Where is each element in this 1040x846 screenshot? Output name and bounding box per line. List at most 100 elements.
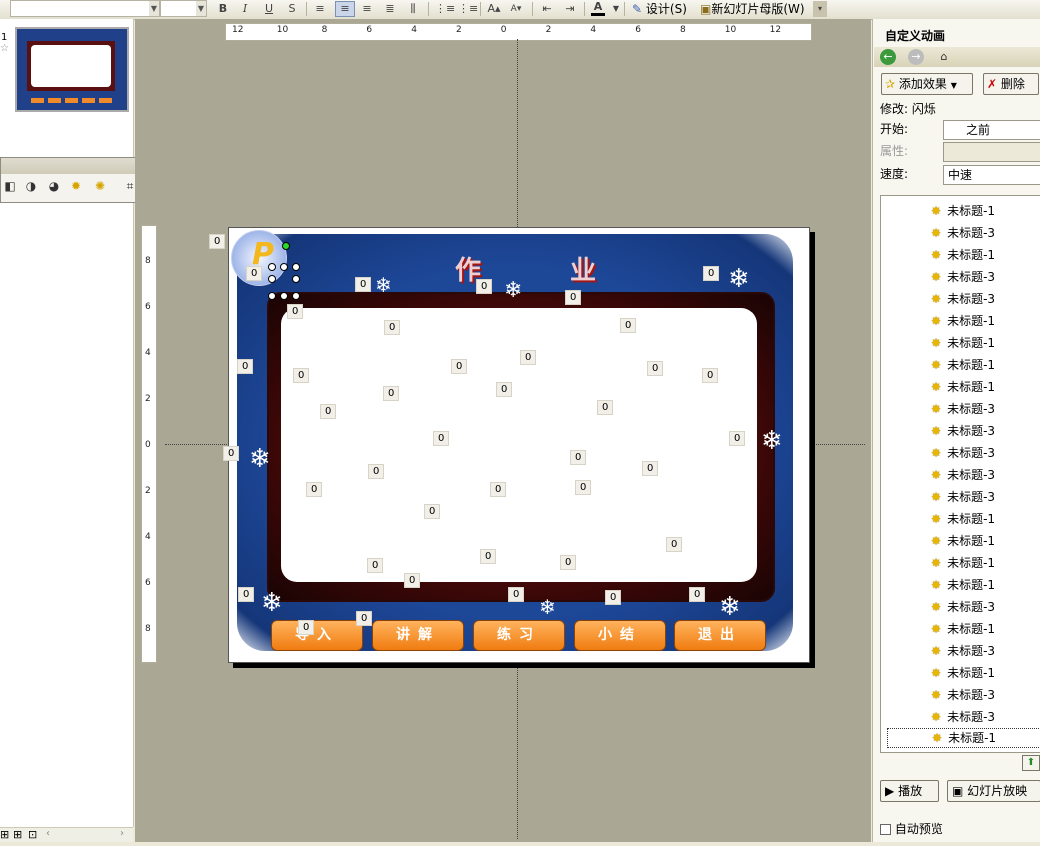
animation-list-item[interactable]: ✸ 未标题-1 [931, 530, 995, 552]
animation-list-item[interactable]: ✸ 未标题-3 [931, 486, 995, 508]
animation-list-item[interactable]: ✸ 未标题-1 [931, 354, 995, 376]
animation-list-item[interactable]: ✸ 未标题-3 [931, 266, 995, 288]
animation-list-item[interactable]: ✸ 未标题-3 [931, 464, 995, 486]
selection-handle[interactable] [292, 275, 300, 283]
align-left-icon[interactable]: ≡ [313, 1, 327, 17]
animation-list-item[interactable]: ✸ 未标题-3 [931, 288, 995, 310]
horizontal-ruler[interactable]: 12 10 8 6 4 2 0 2 4 6 8 10 12 [225, 23, 812, 41]
animation-list-item[interactable]: ✸ 未标题-1 [931, 376, 995, 398]
numbering-icon[interactable]: ⋮≡ [435, 1, 455, 17]
animation-list-item[interactable]: ✸ 未标题-3 [931, 398, 995, 420]
rotation-handle[interactable] [282, 242, 290, 250]
animation-order-marker[interactable]: 0 [368, 464, 385, 479]
animation-list-item[interactable]: ✸ 未标题-3 [931, 596, 995, 618]
selection-handle[interactable] [280, 263, 288, 271]
animation-order-marker[interactable]: 0 [570, 450, 587, 465]
animation-order-marker[interactable]: 0 [238, 587, 255, 602]
start-select[interactable]: 之前 [943, 120, 1040, 140]
animation-order-marker[interactable]: 0 [356, 611, 373, 626]
decrease-font-icon[interactable]: A▾ [509, 1, 523, 17]
animation-list-item[interactable]: ✸ 未标题-3 [931, 442, 995, 464]
animation-order-marker[interactable]: 0 [209, 234, 226, 249]
bullets-icon[interactable]: ⋮≡ [458, 1, 478, 17]
animation-order-marker[interactable]: 0 [367, 558, 384, 573]
speed-select[interactable]: 中速 [943, 165, 1040, 185]
animation-order-marker[interactable]: 0 [666, 537, 683, 552]
font-size-combo[interactable]: ▼ [160, 0, 207, 17]
animation-order-marker[interactable]: 0 [575, 480, 592, 495]
animation-list[interactable]: ✸ 未标题-1 ✸ 未标题-3 ✸ 未标题-1 ✸ 未标题-3 ✸ 未标题-3 ✸ 未标题-1 ✸ 未标题… [880, 195, 1040, 753]
animation-order-marker[interactable]: 0 [237, 359, 254, 374]
align-center-icon[interactable]: ≡ [335, 1, 355, 17]
animation-order-marker[interactable]: 0 [490, 482, 507, 497]
selection-handle[interactable] [268, 263, 276, 271]
selection-handle[interactable] [292, 292, 300, 300]
animation-list-item[interactable]: ✸ 未标题-3 [931, 222, 995, 244]
animation-list-item[interactable]: ✸ 未标题-1 [931, 310, 995, 332]
design-button[interactable]: ✎ 设计(S) [632, 1, 687, 17]
vertical-ruler[interactable]: 8 6 4 2 0 2 4 6 8 [141, 225, 157, 663]
chevron-down-icon[interactable]: ▼ [196, 1, 206, 16]
italic-button[interactable]: I [238, 1, 252, 17]
animation-order-marker[interactable]: 0 [287, 304, 304, 319]
selection-handle[interactable] [268, 275, 276, 283]
animation-order-marker[interactable]: 0 [424, 504, 441, 519]
selection-handle[interactable] [280, 292, 288, 300]
new-master-button[interactable]: ▣新幻灯片母版(W) [700, 1, 805, 17]
contrast-icon[interactable]: ◕ [47, 179, 61, 193]
intro-button[interactable]: 导入 [271, 620, 363, 651]
underline-button[interactable]: U [262, 1, 276, 17]
explain-button[interactable]: 讲解 [372, 620, 464, 651]
content-box[interactable] [281, 308, 757, 582]
brightness-up-icon[interactable]: ✹ [69, 179, 83, 193]
animation-list-item[interactable]: ✸ 未标题-3 [931, 706, 995, 728]
selection-handle[interactable] [268, 292, 276, 300]
animation-order-marker[interactable]: 0 [246, 266, 263, 281]
animation-order-marker[interactable]: 0 [480, 549, 497, 564]
align-right-icon[interactable]: ≡ [360, 1, 374, 17]
summary-button[interactable]: 小结 [574, 620, 666, 651]
animation-list-item[interactable]: ✸ 未标题-1 [931, 662, 995, 684]
reorder-up-icon[interactable]: ⬆ [1022, 755, 1040, 771]
forward-icon[interactable]: → [908, 49, 924, 65]
animation-list-item[interactable]: ✸ 未标题-1 [931, 574, 995, 596]
animation-order-marker[interactable]: 0 [560, 555, 577, 570]
animation-order-marker[interactable]: 0 [355, 277, 372, 292]
slideshow-button[interactable]: ▣ 幻灯片放映 [947, 780, 1040, 802]
animation-order-marker[interactable]: 0 [298, 620, 315, 635]
animation-order-marker[interactable]: 0 [605, 590, 622, 605]
home-icon[interactable]: ⌂ [936, 49, 952, 65]
scroll-left-icon[interactable]: ‹ [46, 828, 50, 839]
slideshow-view-icon[interactable]: ⊡ [28, 828, 37, 841]
selection-handle[interactable] [292, 263, 300, 271]
decrease-indent-icon[interactable]: ⇤ [540, 1, 554, 17]
color-icon[interactable]: ◑ [24, 179, 38, 193]
play-button[interactable]: ▶ 播放 [880, 780, 939, 802]
toolbar-options-icon[interactable]: ▾ [813, 1, 827, 17]
animation-order-marker[interactable]: 0 [702, 368, 719, 383]
animation-order-marker[interactable]: 0 [703, 266, 720, 281]
scroll-right-icon[interactable]: › [120, 828, 124, 839]
animation-order-marker[interactable]: 0 [642, 461, 659, 476]
autopreview-checkbox[interactable]: 自动预览 [880, 820, 943, 837]
animation-list-item[interactable]: ✸ 未标题-1 [931, 200, 995, 222]
animation-order-marker[interactable]: 0 [597, 400, 614, 415]
animation-order-marker[interactable]: 0 [223, 446, 240, 461]
animation-order-marker[interactable]: 0 [306, 482, 323, 497]
animation-list-item[interactable]: ✸ 未标题-1 [931, 618, 995, 640]
animation-list-item[interactable]: ✸ 未标题-1 [931, 508, 995, 530]
checkbox-box[interactable] [880, 824, 891, 835]
animation-order-marker[interactable]: 0 [320, 404, 337, 419]
animation-order-marker[interactable]: 0 [620, 318, 637, 333]
animation-order-marker[interactable]: 0 [383, 386, 400, 401]
animation-order-marker[interactable]: 0 [508, 587, 525, 602]
font-name-combo[interactable]: ▼ [10, 0, 160, 17]
animation-order-marker[interactable]: 0 [729, 431, 746, 446]
animation-order-marker[interactable]: 0 [565, 290, 582, 305]
animation-list-item[interactable]: ✸ 未标题-1 [931, 244, 995, 266]
increase-font-icon[interactable]: A▴ [487, 1, 501, 17]
animation-order-marker[interactable]: 0 [384, 320, 401, 335]
add-effect-button[interactable]: ✰ 添加效果 ▼ [881, 73, 973, 95]
bold-button[interactable]: B [216, 1, 230, 17]
animation-list-item[interactable]: ✸ 未标题-1 [931, 552, 995, 574]
